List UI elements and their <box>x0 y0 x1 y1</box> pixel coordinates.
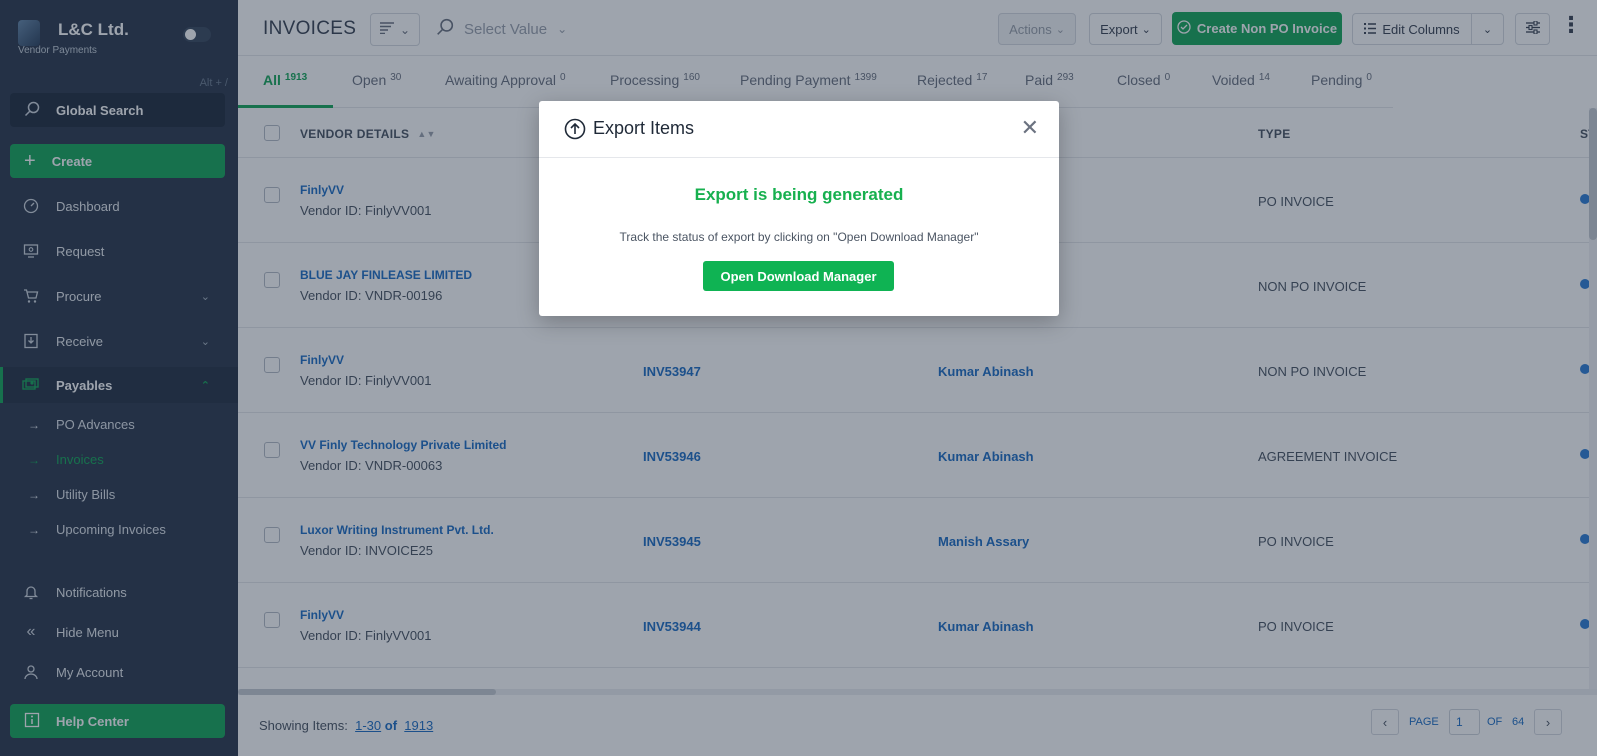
export-status-message: Export is being generated <box>694 185 904 204</box>
upload-circle-icon <box>564 118 586 145</box>
modal-title: Export Items <box>593 118 695 138</box>
export-instructions: Track the status of export by clicking o… <box>619 230 979 244</box>
close-icon[interactable]: ✕ <box>1021 117 1039 139</box>
modal-header: Export Items ✕ <box>539 101 1059 158</box>
export-items-modal: Export Items ✕ Export is being generated… <box>539 101 1059 316</box>
open-download-manager-button[interactable]: Open Download Manager <box>703 261 894 291</box>
